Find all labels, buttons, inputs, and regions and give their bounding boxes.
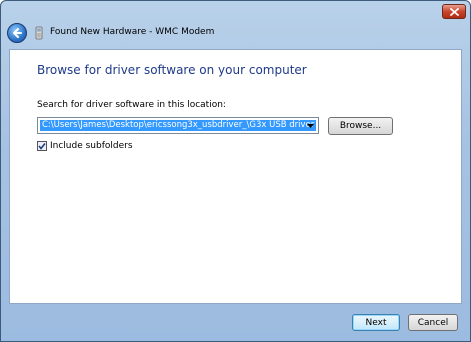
include-subfolders-option[interactable]: Include subfolders <box>37 141 133 151</box>
content-panel: Browse for driver software on your compu… <box>9 49 462 304</box>
driver-path-combobox[interactable]: C:\Users\James\Desktop\ericssong3x_usbdr… <box>37 117 319 134</box>
checkmark-icon <box>38 143 46 150</box>
include-subfolders-label: Include subfolders <box>50 141 133 151</box>
search-location-label: Search for driver software in this locat… <box>37 100 226 110</box>
cancel-button[interactable]: Cancel <box>408 314 458 331</box>
next-button[interactable]: Next <box>352 314 400 331</box>
window-title: Found New Hardware - WMC Modem <box>50 27 215 37</box>
close-icon <box>449 7 459 16</box>
button-bar: Next Cancel <box>1 304 470 341</box>
back-button[interactable] <box>7 23 27 43</box>
dropdown-button[interactable] <box>302 118 318 133</box>
chevron-down-icon <box>306 123 314 128</box>
browse-button[interactable]: Browse... <box>328 117 393 135</box>
driver-path-value[interactable]: C:\Users\James\Desktop\ericssong3x_usbdr… <box>40 120 317 131</box>
dialog-window: Found New Hardware - WMC Modem Browse fo… <box>0 0 471 342</box>
title-bar: Found New Hardware - WMC Modem <box>1 17 470 49</box>
include-subfolders-checkbox[interactable] <box>37 141 47 151</box>
page-heading: Browse for driver software on your compu… <box>37 63 307 77</box>
device-icon <box>35 26 43 40</box>
back-arrow-icon <box>13 28 22 38</box>
